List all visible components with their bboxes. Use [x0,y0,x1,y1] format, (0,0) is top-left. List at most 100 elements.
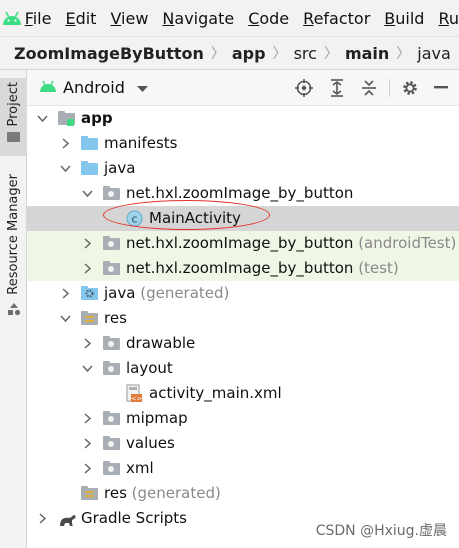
folder-icon [103,435,121,452]
menu-code[interactable]: Code [248,9,289,28]
expand-all-icon[interactable] [327,78,347,98]
menu-edit[interactable]: Edit [65,9,96,28]
module-folder-icon [58,110,76,127]
package-icon [103,260,121,277]
folder-icon [103,460,121,477]
resource-folder-icon [81,485,99,502]
tree-node-label: net.hxl.zoomImage_by_button [126,234,354,252]
breadcrumb-separator-icon: 〉 [323,46,338,62]
project-tool-tab[interactable]: Project [0,78,27,156]
tool-window-strip: Project Resource Manager [0,70,27,548]
resource-manager-tool-tab[interactable]: Resource Manager [0,170,27,318]
folder-icon [103,360,121,377]
watermark: CSDN @Hxiug.虚晨 [315,523,447,539]
tree-node-label: net.hxl.zoomImage_by_button [126,184,354,202]
menu-run[interactable]: Ru [438,9,459,28]
chevron-right-icon[interactable] [80,431,94,456]
breadcrumb: ZoomImageByButton 〉 app 〉 src 〉 main 〉 j… [0,36,459,70]
breadcrumb-project[interactable]: ZoomImageByButton [14,44,204,63]
tree-node-suffix: (test) [358,259,399,277]
chevron-right-icon[interactable] [35,506,49,531]
menu-view[interactable]: View [110,9,148,28]
tree-node-label: values [126,434,175,452]
locate-icon[interactable] [294,78,314,98]
tree-node-label: MainActivity [149,209,241,227]
project-view-label: Android [63,78,125,97]
resource-folder-icon [81,310,99,327]
tree-node-suffix: (androidTest) [358,234,457,252]
tree-node-java[interactable]: java [27,156,459,181]
breadcrumb-main[interactable]: main [345,44,389,63]
chevron-right-icon[interactable] [80,256,94,281]
minimize-icon[interactable] [431,78,451,98]
chevron-right-icon[interactable] [80,331,94,356]
xml-layout-icon: <> [126,384,144,403]
svg-text:<>: <> [131,395,142,403]
tree-node-label: activity_main.xml [149,384,282,402]
tree-node-label: res [104,309,127,327]
tree-node-label: mipmap [126,409,188,427]
tree-node-label: res [104,484,127,502]
folder-icon [7,132,20,143]
menu-file[interactable]: File [25,9,52,28]
project-view-selector[interactable]: Android [39,78,148,97]
menu-refactor[interactable]: Refactor [303,9,370,28]
breadcrumb-separator-icon: 〉 [272,46,287,62]
package-icon [103,185,121,202]
svg-text:c: c [131,213,137,226]
tree-node-app[interactable]: app [27,106,459,131]
breadcrumb-separator-icon: 〉 [396,46,411,62]
tree-node-res[interactable]: res [27,306,459,331]
tree-node-label: net.hxl.zoomImage_by_button [126,259,354,277]
tree-node-manifests[interactable]: manifests [27,131,459,156]
breadcrumb-src[interactable]: src [294,44,317,63]
chevron-right-icon[interactable] [80,456,94,481]
tree-node-package-android-test[interactable]: net.hxl.zoomImage_by_button (androidTest… [27,231,459,256]
tree-node-label: manifests [104,134,178,152]
tree-node-main-activity[interactable]: c MainActivity [27,206,459,231]
chevron-right-icon[interactable] [80,231,94,256]
tree-node-label: java [104,159,136,177]
project-tree: app manifests java net.hxl.zoomImage_by_… [27,106,459,531]
package-icon [103,235,121,252]
tree-node-package-test[interactable]: net.hxl.zoomImage_by_button (test) [27,256,459,281]
tree-node-label: layout [126,359,173,377]
generated-folder-icon [81,285,99,302]
chevron-down-icon[interactable] [80,356,94,381]
menu-bar: File Edit View Navigate Code Refactor Bu… [0,0,459,36]
menu-navigate[interactable]: Navigate [162,9,234,28]
menu-build[interactable]: Build [384,9,424,28]
chevron-down-icon[interactable] [80,181,94,206]
android-logo-icon [39,78,57,97]
tree-node-label: drawable [126,334,196,352]
project-panel-toolbar: Android [27,70,459,106]
chevron-down-icon[interactable] [58,156,72,181]
chevron-down-icon[interactable] [58,306,72,331]
tree-node-drawable[interactable]: drawable [27,331,459,356]
breadcrumb-module[interactable]: app [232,44,266,63]
tree-node-mipmap[interactable]: mipmap [27,406,459,431]
collapse-all-icon[interactable] [359,78,379,98]
tree-node-res-generated[interactable]: res (generated) [27,481,459,506]
tree-node-layout[interactable]: layout [27,356,459,381]
chevron-right-icon[interactable] [58,281,72,306]
tree-node-label: app [81,109,113,127]
breadcrumb-separator-icon: 〉 [210,46,225,62]
chevron-right-icon[interactable] [80,406,94,431]
tree-node-package[interactable]: net.hxl.zoomImage_by_button [27,181,459,206]
folder-icon [103,335,121,352]
breadcrumb-java[interactable]: java [417,44,451,63]
tree-node-label: java [104,284,136,302]
gradle-icon [58,511,76,528]
tree-node-java-generated[interactable]: java (generated) [27,281,459,306]
tree-node-suffix: (generated) [131,484,221,502]
tree-node-xml[interactable]: xml [27,456,459,481]
chevron-right-icon[interactable] [58,131,72,156]
chevron-down-icon [136,78,148,97]
resource-shapes-icon [7,301,21,320]
tree-node-label: xml [126,459,154,477]
tree-node-activity-main-xml[interactable]: <> activity_main.xml [27,381,459,406]
tree-node-values[interactable]: values [27,431,459,456]
settings-icon[interactable] [400,78,420,98]
chevron-down-icon[interactable] [35,106,49,131]
